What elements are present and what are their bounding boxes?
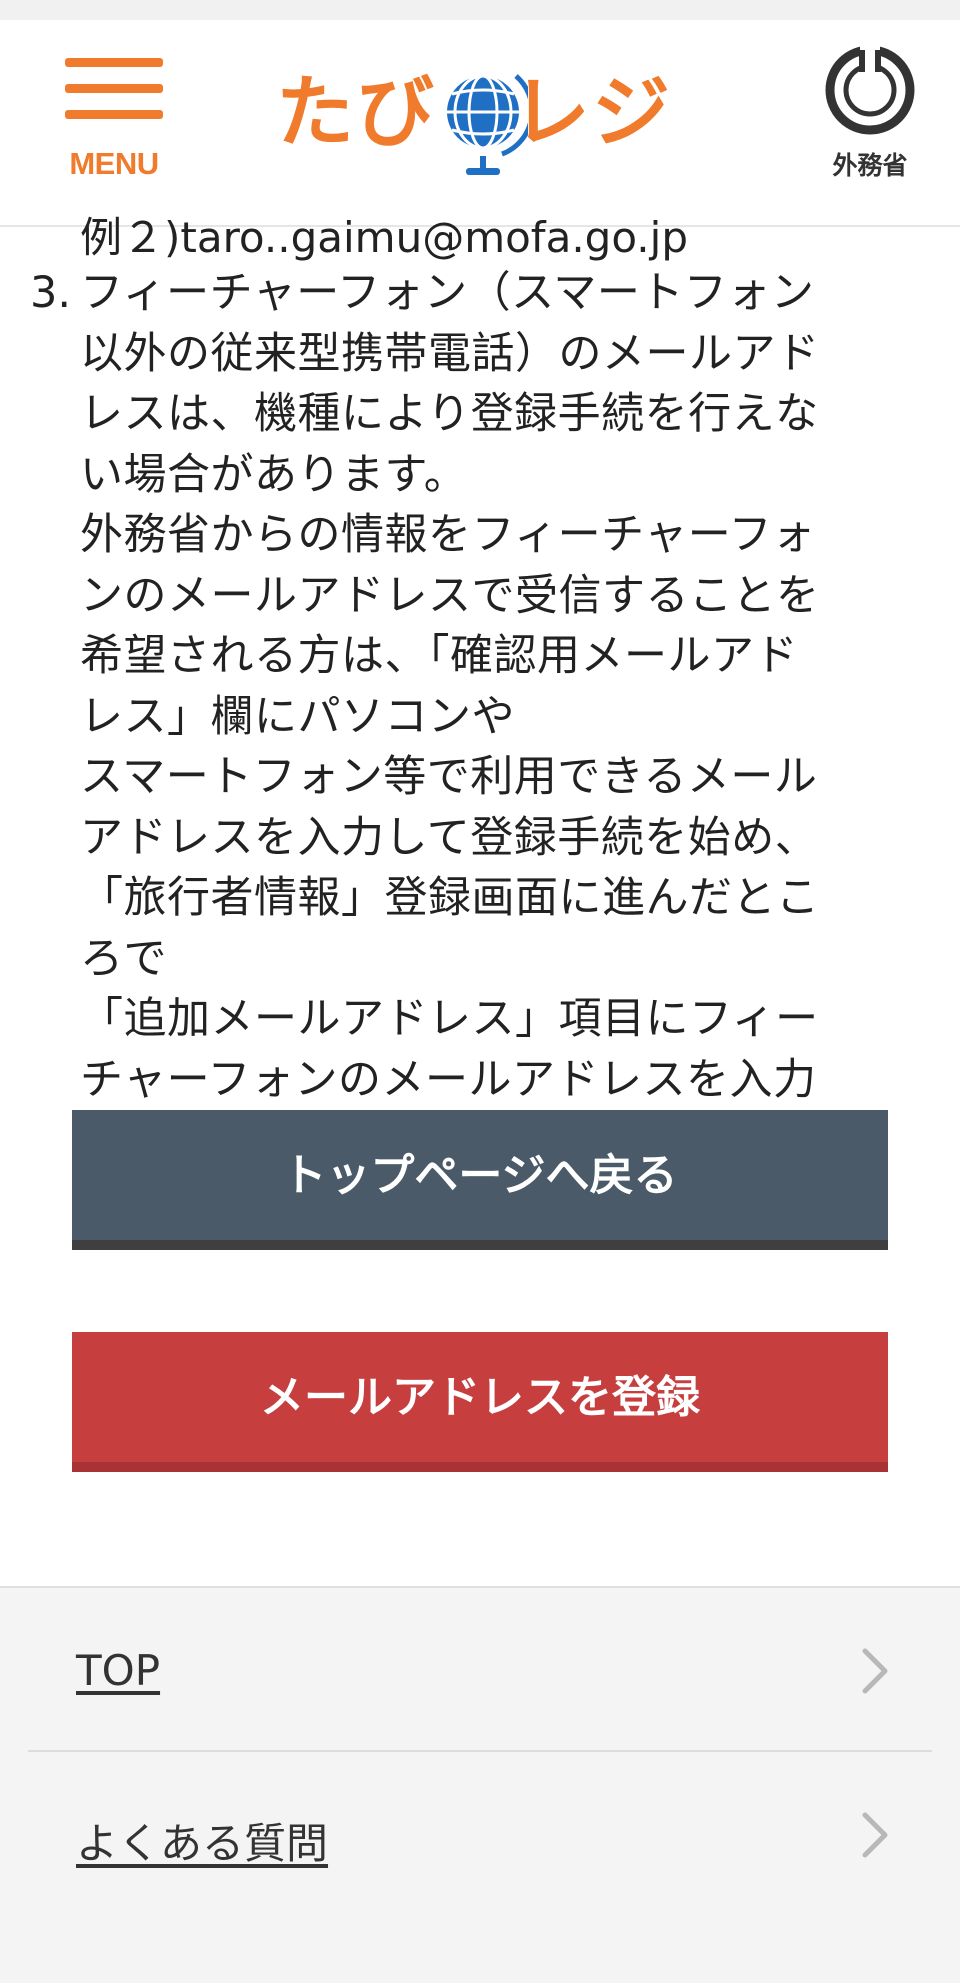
example-email-text: 例２)taro..gaimu@mofa.go.jp: [80, 213, 688, 262]
status-bar: [0, 0, 960, 20]
footer-nav: TOP よくある質問: [0, 1586, 960, 1983]
note-number: 3.: [30, 268, 72, 318]
logo-text-left: たび: [276, 68, 437, 158]
chevron-right-icon: [862, 1812, 888, 1858]
chevron-right-icon: [862, 1648, 888, 1694]
menu-label: MENU: [69, 146, 159, 181]
site-header: MENU たび レジ 外務省: [0, 20, 960, 227]
register-email-button[interactable]: メールアドレスを登録: [72, 1332, 888, 1472]
footer-link-label: TOP: [76, 1646, 161, 1695]
footer-link-faq[interactable]: よくある質問: [28, 1752, 932, 1914]
menu-button[interactable]: MENU: [60, 58, 168, 188]
ministry-label: 外務省: [832, 151, 908, 180]
mofa-logo-icon: [825, 44, 915, 135]
logo-text-right: レジ: [512, 68, 673, 158]
hamburger-icon: [65, 58, 163, 136]
tabireji-logo[interactable]: たび レジ: [276, 40, 684, 190]
mofa-emblem[interactable]: 外務省: [822, 42, 918, 188]
footer-link-label: よくある質問: [76, 1819, 329, 1868]
back-to-top-page-button[interactable]: トップページへ戻る: [72, 1110, 888, 1250]
footer-link-top[interactable]: TOP: [28, 1588, 932, 1752]
note-text: フィーチャーフォン（スマートフォン 以外の従来型携帯電話）のメールアド レスは、…: [80, 268, 820, 1165]
